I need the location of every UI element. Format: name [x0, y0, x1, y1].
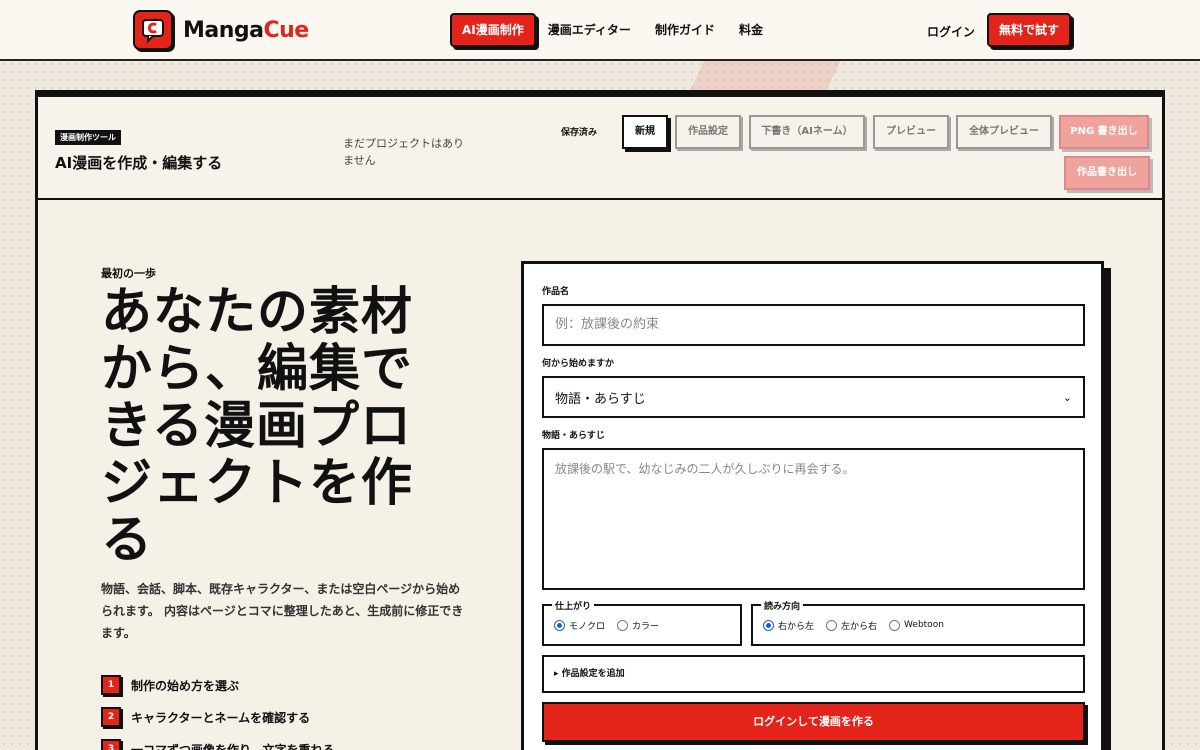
save-status: 保存済み: [561, 128, 598, 138]
step-label: キャラクターとネームを確認する: [131, 710, 311, 725]
finish-legend: 仕上がり: [552, 599, 595, 612]
nav-guide[interactable]: 制作ガイド: [643, 13, 727, 47]
brand-logo[interactable]: MangaCue: [133, 10, 309, 50]
step-label: 一コマずつ画像を作り、文字を重ねる: [131, 742, 335, 750]
finish-fieldset: 仕上がり モノクロ カラー: [542, 599, 742, 646]
radio-webtoon[interactable]: Webtoon: [889, 619, 944, 631]
free-trial-button[interactable]: 無料で試す: [987, 13, 1072, 47]
editor-panel: 漫画制作ツール AI漫画を作成・編集する まだプロジェクトはありません 保存済み…: [35, 90, 1165, 750]
start-label: 何から始めますか: [542, 359, 615, 369]
radio-icon: [826, 619, 838, 631]
radio-icon: [889, 619, 901, 631]
main-nav: AI漫画制作 漫画エディター 制作ガイド 料金: [450, 13, 775, 47]
story-label: 物語・あらすじ: [542, 431, 605, 441]
step-number: 3: [101, 739, 121, 750]
preview-button[interactable]: プレビュー: [873, 115, 949, 149]
title-input[interactable]: 例：放課後の約束: [542, 304, 1085, 346]
site-header: MangaCue AI漫画制作 漫画エディター 制作ガイド 料金 ログイン 無料…: [0, 0, 1200, 61]
step-item: 1 制作の始め方を選ぶ: [101, 669, 335, 701]
panel-toolbar: 漫画制作ツール AI漫画を作成・編集する まだプロジェクトはありません 保存済み…: [38, 93, 1162, 200]
step-number: 1: [101, 675, 121, 695]
draft-button[interactable]: 下書き（AIネーム）: [749, 115, 865, 149]
project-status: まだプロジェクトはありません: [343, 137, 464, 167]
start-select[interactable]: 物語・あらすじ ⌄: [542, 376, 1085, 418]
intro-description: 物語、会話、脚本、既存キャラクター、または空白ページから始められます。 内容はペ…: [101, 582, 464, 640]
radio-selected-icon: [554, 619, 565, 631]
title-label: 作品名: [542, 287, 570, 297]
login-create-button[interactable]: ログインして漫画を作る: [542, 702, 1085, 742]
steps-list: 1 制作の始め方を選ぶ 2 キャラクターとネームを確認する 3 一コマずつ画像を…: [101, 669, 335, 750]
step-item: 3 一コマずつ画像を作り、文字を重ねる: [101, 733, 335, 750]
panel-tag: 漫画制作ツール: [55, 130, 121, 145]
step-label: 制作の始め方を選ぶ: [131, 678, 240, 693]
radio-mono[interactable]: モノクロ: [554, 619, 605, 632]
radio-right-to-left[interactable]: 右から左: [763, 619, 814, 632]
start-select-value: 物語・あらすじ: [555, 391, 646, 407]
work-export-button[interactable]: 作品書き出し: [1064, 156, 1150, 190]
intro-headline: あなたの素材から、編集できる漫画プロジェクトを作る: [101, 283, 414, 570]
nav-ai-manga[interactable]: AI漫画制作: [450, 13, 536, 47]
speech-bubble-c-icon: [133, 10, 173, 50]
panel-title: AI漫画を作成・編集する: [55, 154, 223, 172]
login-link[interactable]: ログイン: [927, 23, 975, 40]
story-textarea[interactable]: 放課後の駅で、幼なじみの二人が久しぶりに再会する。: [542, 448, 1085, 590]
radio-left-to-right[interactable]: 左から右: [826, 619, 877, 632]
create-project-form: 作品名 例：放課後の約束 何から始めますか 物語・あらすじ ⌄ 物語・あらすじ …: [521, 261, 1104, 750]
intro-eyebrow: 最初の一歩: [101, 267, 156, 280]
chevron-down-icon: ⌄: [1062, 390, 1072, 404]
nav-manga-editor[interactable]: 漫画エディター: [536, 13, 643, 47]
new-button[interactable]: 新規: [622, 115, 668, 149]
full-preview-button[interactable]: 全体プレビュー: [956, 115, 1052, 149]
add-settings-toggle[interactable]: ▸ 作品設定を追加: [542, 655, 1085, 693]
settings-button[interactable]: 作品設定: [675, 115, 741, 149]
direction-fieldset: 読み方向 右から左 左から右 Webtoon: [751, 599, 1085, 646]
direction-legend: 読み方向: [761, 599, 804, 612]
nav-pricing[interactable]: 料金: [727, 13, 775, 47]
step-number: 2: [101, 707, 121, 727]
step-item: 2 キャラクターとネームを確認する: [101, 701, 335, 733]
radio-selected-icon: [763, 619, 774, 631]
png-export-button[interactable]: PNG 書き出し: [1059, 115, 1149, 149]
radio-icon: [617, 619, 629, 631]
brand-name: MangaCue: [183, 17, 309, 43]
radio-color[interactable]: カラー: [617, 619, 659, 632]
